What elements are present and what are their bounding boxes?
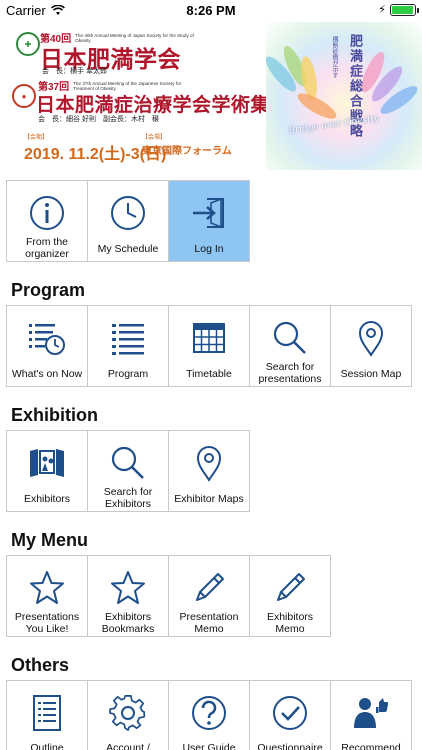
tile-session-map[interactable]: Session Map xyxy=(330,305,412,387)
tile-label: Exhibitor Maps xyxy=(174,493,244,505)
list-clock-icon xyxy=(29,324,65,355)
tile-label: Account / xyxy=(106,742,150,750)
tile-label: From the organizer xyxy=(25,236,69,260)
map-pin-icon xyxy=(358,321,384,357)
jasso-logo-icon: ● xyxy=(12,84,36,108)
pencil-icon xyxy=(277,573,305,601)
pencil-icon xyxy=(196,573,224,601)
banner-artwork: 横断診療が示す 肥満症総合戦略 Bridge over Obesity xyxy=(261,22,422,170)
tile-recommend[interactable]: Recommend xyxy=(330,680,412,750)
list-icon xyxy=(112,324,144,355)
tile-label: Search for presentations xyxy=(258,361,322,385)
tile-account[interactable]: Account / xyxy=(87,680,169,750)
tile-label: Questionnaire xyxy=(257,742,323,750)
tile-label: Exhibitors Memo xyxy=(266,611,314,635)
conf1-president: 会 長：横手 幸太郎 xyxy=(42,68,107,75)
checkmark-icon xyxy=(273,696,307,730)
tile-label: Presentations You Like! xyxy=(14,611,80,635)
section-title-others: Others xyxy=(11,655,70,675)
status-bar: Carrier 8:26 PM ⚡ xyxy=(0,0,422,22)
tile-from-the-organizer[interactable]: From the organizer xyxy=(6,180,88,262)
tile-label: Session Map xyxy=(340,368,402,380)
top-tile-row: From the organizer My Schedule Log In xyxy=(6,180,250,262)
info-icon xyxy=(30,196,64,230)
tile-whats-on-now[interactable]: What's on Now xyxy=(6,305,88,387)
tile-program[interactable]: Program xyxy=(87,305,169,387)
search-icon xyxy=(111,446,144,479)
map-pin-icon xyxy=(196,446,222,482)
tile-label: Exhibitors xyxy=(23,493,71,505)
section-title-my-menu: My Menu xyxy=(11,530,89,550)
conf2-english: The 37th Annual Meeting of the Japanese … xyxy=(73,80,182,91)
clock-icon xyxy=(111,196,145,230)
conf2-title: 日本肥満症治療学会学術集会 xyxy=(36,95,290,116)
recommend-person-icon xyxy=(354,698,388,728)
search-icon xyxy=(273,321,306,354)
tile-exhibitor-maps[interactable]: Exhibitor Maps xyxy=(168,430,250,512)
charging-icon: ⚡ xyxy=(378,4,386,16)
tile-exhibitors-bookmarks[interactable]: Exhibitors Bookmarks xyxy=(87,555,169,637)
tile-label: User Guide xyxy=(182,742,236,750)
tile-presentations-you-like[interactable]: Presentations You Like! xyxy=(6,555,88,637)
tile-questionnaire[interactable]: Questionnaire xyxy=(249,680,331,750)
calendar-grid-icon xyxy=(193,323,225,353)
exhibition-tile-row: Exhibitors Search for Exhibitors Exhibit… xyxy=(6,430,250,512)
tile-label: Timetable xyxy=(186,368,232,380)
gear-icon xyxy=(109,695,146,731)
login-icon xyxy=(193,197,224,229)
tile-label: Recommend xyxy=(341,742,401,750)
section-title-exhibition: Exhibition xyxy=(11,405,98,425)
tile-presentation-memo[interactable]: Presentation Memo xyxy=(168,555,250,637)
tile-label: Exhibitors Bookmarks xyxy=(101,611,155,635)
tile-label: Presentation Memo xyxy=(179,611,239,635)
tile-label: Search for Exhibitors xyxy=(103,486,153,510)
program-tile-row: What's on Now Program Timetable Search f… xyxy=(6,305,412,387)
conference-banner: ✚ 第40回 The 40th Annual Meeting of Japan … xyxy=(0,22,422,170)
help-icon xyxy=(192,696,226,730)
tile-timetable[interactable]: Timetable xyxy=(168,305,250,387)
star-icon xyxy=(111,571,145,604)
tile-exhibitors-memo[interactable]: Exhibitors Memo xyxy=(249,555,331,637)
tile-my-schedule[interactable]: My Schedule xyxy=(87,180,169,262)
tile-search-exhibitors[interactable]: Search for Exhibitors xyxy=(87,430,169,512)
conference-venue: 東京国際フォーラム xyxy=(142,146,232,157)
tile-exhibitors[interactable]: Exhibitors xyxy=(6,430,88,512)
tile-log-in[interactable]: Log In xyxy=(168,180,250,262)
tile-label: Log In xyxy=(194,243,224,255)
section-title-program: Program xyxy=(11,280,86,300)
document-icon xyxy=(33,695,61,731)
conf2-president: 会 長：細谷 好則 副会長：木村 穣 xyxy=(38,116,159,123)
tile-label: What's on Now xyxy=(11,368,83,380)
tile-label: My Schedule xyxy=(97,243,159,255)
star-icon xyxy=(30,571,64,604)
jsso-logo-icon: ✚ xyxy=(16,32,40,56)
venue-label: 【会場】 xyxy=(142,135,167,141)
tile-outline[interactable]: Outline xyxy=(6,680,88,750)
banner-art-subtext: 横断診療が示す xyxy=(331,36,337,78)
others-tile-row: Outline Account / User Guide Questionnai… xyxy=(6,680,412,750)
tile-search-presentations[interactable]: Search for presentations xyxy=(249,305,331,387)
tile-label: Program xyxy=(107,368,149,380)
tile-label: Outline xyxy=(30,742,64,750)
battery-icon xyxy=(390,4,419,16)
exhibitor-booth-icon xyxy=(30,449,64,477)
status-time: 8:26 PM xyxy=(186,3,236,18)
tile-user-guide[interactable]: User Guide xyxy=(168,680,250,750)
my-menu-tile-row: Presentations You Like! Exhibitors Bookm… xyxy=(6,555,331,637)
